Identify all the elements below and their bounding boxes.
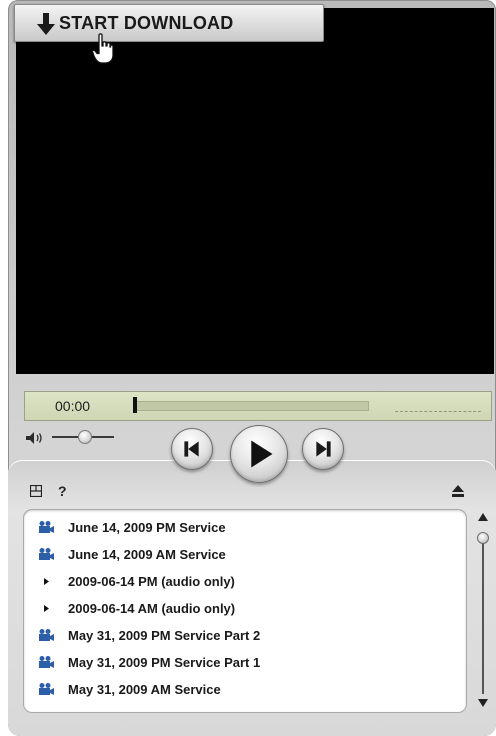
previous-button[interactable] — [171, 428, 213, 470]
playlist: June 14, 2009 PM Service June 14, 2009 A… — [24, 510, 466, 712]
video-camera-icon — [39, 548, 54, 560]
video-camera-icon — [39, 656, 54, 668]
playlist-item-label: June 14, 2009 PM Service — [68, 520, 226, 535]
playlist-item[interactable]: 2009-06-14 AM (audio only) — [24, 595, 466, 621]
scroll-up-icon[interactable] — [477, 512, 489, 522]
playlist-item[interactable]: 2009-06-14 PM (audio only) — [24, 568, 466, 594]
playlist-item-label: May 31, 2009 PM Service Part 2 — [68, 628, 261, 643]
next-button[interactable] — [302, 428, 344, 470]
down-arrow-icon — [37, 13, 55, 35]
playlist-item[interactable]: June 14, 2009 AM Service — [24, 541, 466, 567]
scroll-track[interactable] — [482, 538, 484, 694]
video-area[interactable] — [16, 8, 494, 374]
playlist-item[interactable]: May 31, 2009 PM Service Part 2 — [24, 622, 466, 648]
play-icon — [251, 440, 273, 468]
video-camera-icon — [39, 683, 54, 695]
playlist-item-label: May 31, 2009 AM Service — [68, 682, 221, 697]
triangle-bullet-icon — [44, 578, 49, 585]
buffer-indicator — [395, 411, 481, 412]
speaker-icon[interactable] — [26, 432, 44, 444]
seek-playhead[interactable] — [133, 397, 137, 413]
playlist-item[interactable]: May 31, 2009 PM Service Part 1 — [24, 649, 466, 675]
playlist-item[interactable]: May 31, 2009 AM Service — [24, 676, 466, 702]
playlist-item-label: 2009-06-14 PM (audio only) — [68, 574, 235, 589]
scroll-down-icon[interactable] — [477, 698, 489, 708]
play-button[interactable] — [230, 425, 288, 483]
triangle-bullet-icon — [44, 605, 49, 612]
layout-icon[interactable] — [30, 485, 42, 497]
playlist-item-label: 2009-06-14 AM (audio only) — [68, 601, 236, 616]
skip-next-icon — [316, 441, 331, 457]
seek-bar[interactable]: 00:00 — [24, 391, 492, 421]
skip-previous-icon — [184, 441, 199, 457]
current-time: 00:00 — [55, 398, 91, 414]
start-download-label: START DOWNLOAD — [59, 12, 234, 33]
playlist-scrollbar[interactable] — [474, 512, 492, 712]
hand-cursor-icon — [92, 33, 114, 64]
start-download-button[interactable]: START DOWNLOAD — [14, 4, 324, 42]
eject-icon[interactable] — [452, 485, 464, 497]
help-icon[interactable]: ? — [58, 483, 67, 499]
playlist-item-label: May 31, 2009 PM Service Part 1 — [68, 655, 261, 670]
playlist-item-label: June 14, 2009 AM Service — [68, 547, 226, 562]
playlist-item[interactable]: June 14, 2009 PM Service — [24, 514, 466, 540]
scroll-thumb[interactable] — [477, 532, 489, 544]
video-camera-icon — [39, 521, 54, 533]
volume-slider-knob[interactable] — [78, 430, 92, 444]
video-camera-icon — [39, 629, 54, 641]
seek-track[interactable] — [133, 401, 369, 411]
